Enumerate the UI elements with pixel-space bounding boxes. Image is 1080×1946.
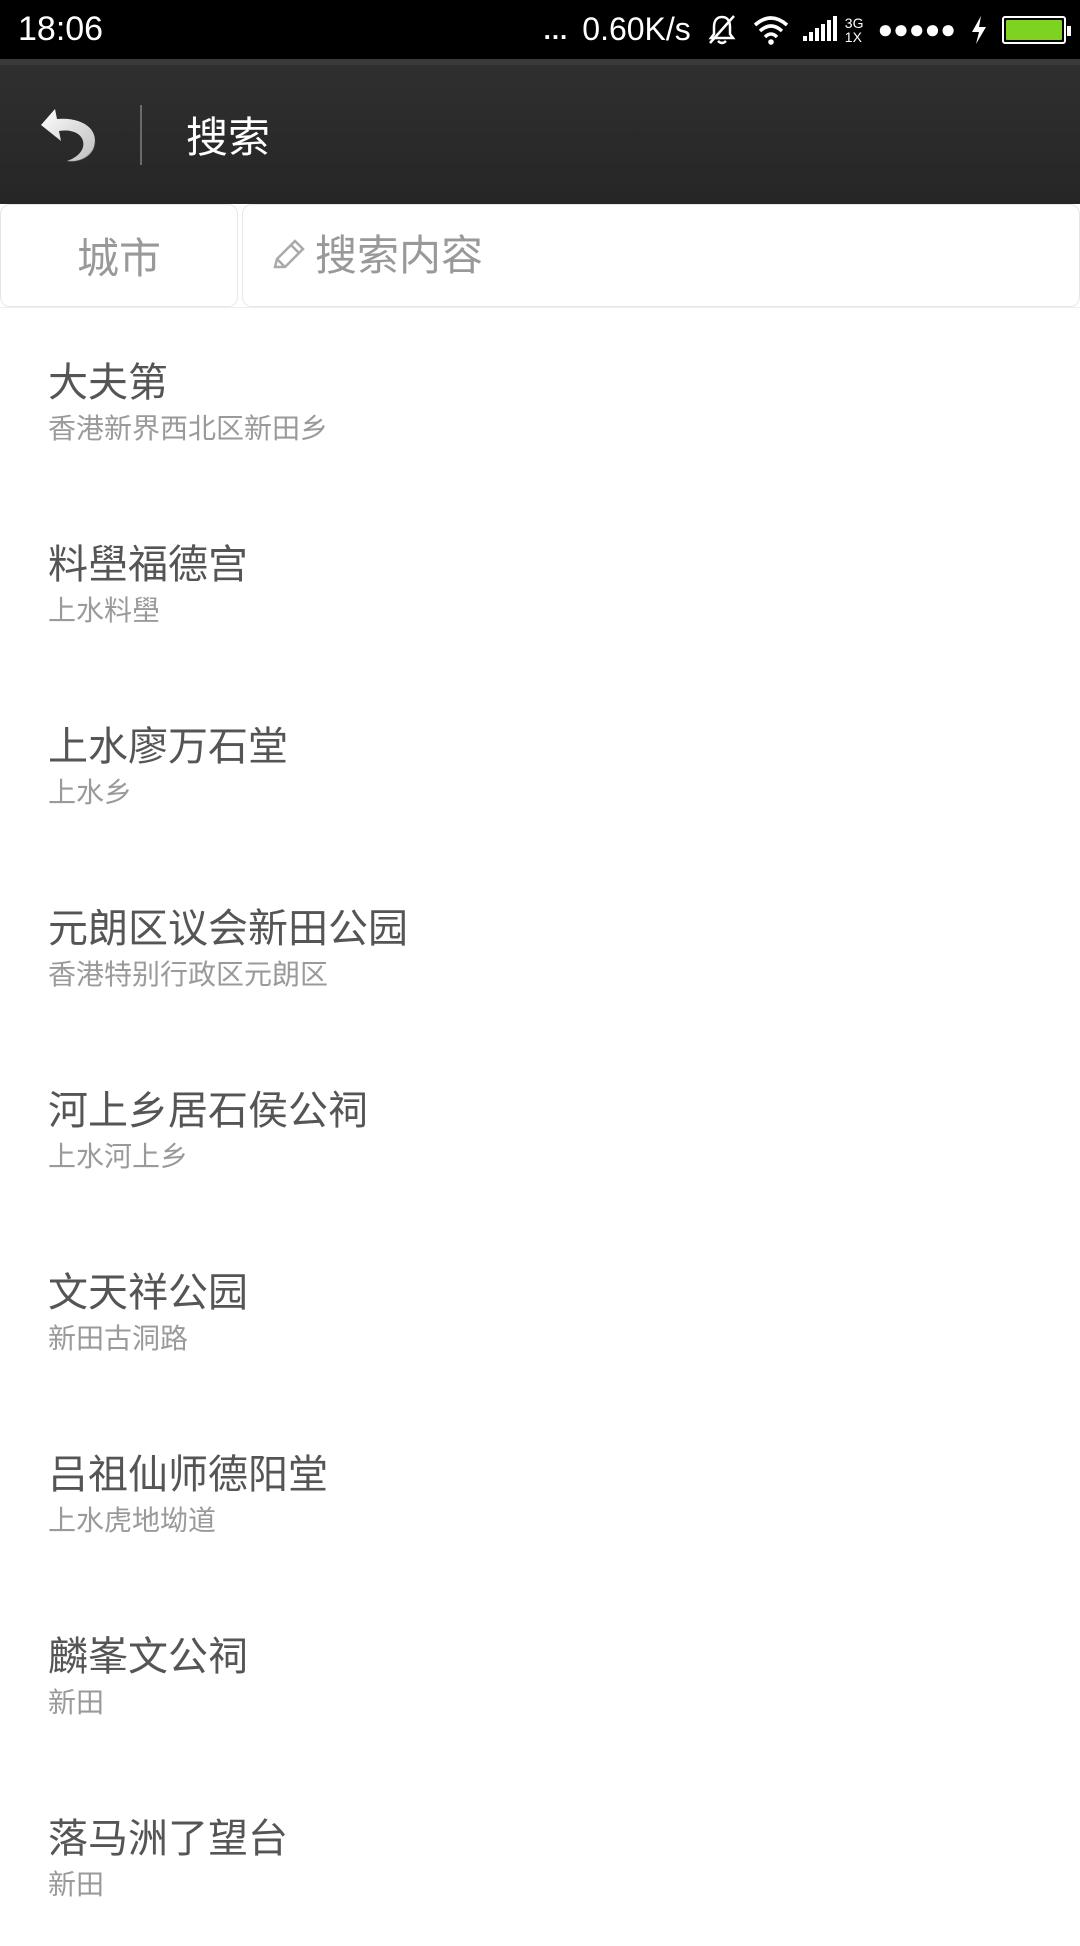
title-divider [140,104,142,165]
result-list: 大夫第 香港新界西北区新田乡 料壆福德宫 上水料壆 上水廖万石堂 上水乡 元朗区… [0,308,1080,1946]
charging-icon [970,15,988,45]
list-item[interactable]: 料壆福德宫 上水料壆 [0,490,1080,672]
list-item[interactable]: 吕祖仙师德阳堂 上水虎地坳道 [0,1400,1080,1582]
result-name: 上水廖万石堂 [48,724,288,770]
result-name: 麟峯文公祠 [48,1634,248,1680]
result-name: 落马洲了望台 [48,1816,288,1862]
status-more-dots: ... [543,15,569,45]
result-address: 新田古洞路 [48,1322,189,1355]
back-arrow-icon [41,108,96,162]
list-item[interactable]: 麟峯文公祠 新田 [0,1582,1080,1764]
status-time: 18:06 [18,10,104,48]
result-address: 香港新界西北区新田乡 [48,412,329,445]
status-right: ... 0.60K/s 3G 1X ●●●●● [543,11,1071,48]
search-row: 城市 [0,204,1080,308]
list-item[interactable]: 河上乡居石侯公祠 上水河上乡 [0,1036,1080,1218]
result-address: 新田 [48,1868,105,1901]
back-button[interactable] [0,65,140,204]
list-item[interactable]: 大夫第 香港新界西北区新田乡 [0,308,1080,490]
network-type-top: 3G [844,14,864,31]
result-name: 元朗区议会新田公园 [48,906,408,952]
result-name: 文天祥公园 [48,1270,248,1316]
title-bar: 搜索 [0,59,1080,204]
result-address: 新田 [48,1686,105,1719]
search-box[interactable] [242,204,1080,307]
network-type-bottom: 1X [844,28,862,45]
result-address: 上水河上乡 [48,1140,189,1173]
list-item[interactable]: 文天祥公园 新田古洞路 [0,1218,1080,1400]
battery-icon [1002,15,1071,44]
result-name: 吕祖仙师德阳堂 [48,1452,328,1498]
battery-level [1006,19,1062,40]
result-address: 上水料壆 [48,594,161,627]
result-address: 香港特别行政区元朗区 [48,958,329,991]
pencil-icon [269,237,307,275]
mute-icon [705,13,739,47]
result-name: 料壆福德宫 [48,542,248,588]
status-net-speed: 0.60K/s [582,11,691,47]
result-address: 上水乡 [48,776,133,809]
result-name: 大夫第 [48,360,168,406]
carrier-signal-dots: ●●●●● [877,14,956,44]
city-selector-button[interactable]: 城市 [0,204,238,307]
signal-icon: 3G 1X [802,14,864,45]
result-name: 河上乡居石侯公祠 [48,1088,368,1134]
list-item[interactable]: 元朗区议会新田公园 香港特别行政区元朗区 [0,854,1080,1036]
status-bar: 18:06 ... 0.60K/s 3G 1X ●●●●● [0,0,1080,59]
search-input[interactable] [313,230,1079,281]
list-item[interactable]: 上水廖万石堂 上水乡 [0,672,1080,854]
page-title: 搜索 [186,113,271,162]
result-address: 上水虎地坳道 [48,1504,217,1537]
list-item[interactable]: 落马洲了望台 新田 [0,1764,1080,1946]
wifi-icon [753,15,789,45]
